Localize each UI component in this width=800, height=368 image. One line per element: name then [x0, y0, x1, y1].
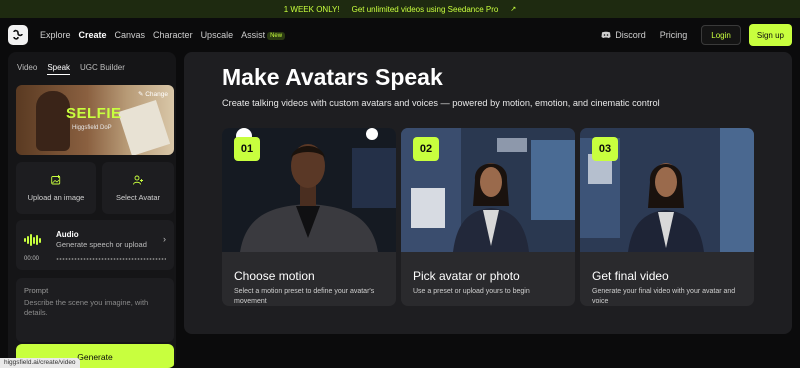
upload-image-button[interactable]: Upload an image	[16, 162, 96, 214]
status-url: higgsfield.ai/create/video	[0, 358, 80, 368]
logo-icon[interactable]	[8, 25, 28, 45]
speak-hero-panel: Make Avatars Speak Create talking videos…	[184, 52, 792, 334]
nav-canvas[interactable]: Canvas	[115, 30, 146, 40]
promo-text[interactable]: Get unlimited videos using Seedance Pro	[352, 5, 499, 14]
step-number-badge: 01	[234, 137, 260, 161]
preset-subtitle: Higgsfield DoP	[72, 125, 112, 131]
upload-image-label: Upload an image	[27, 192, 85, 202]
step-number-badge: 02	[413, 137, 439, 161]
nav-assist-label: Assist	[241, 30, 266, 40]
step-title: Choose motion	[234, 269, 315, 283]
external-arrow-icon: ↗	[510, 6, 517, 13]
page-subtitle: Create talking videos with custom avatar…	[222, 98, 660, 108]
nav-assist[interactable]: Assist New	[241, 30, 286, 40]
step-number-badge: 03	[592, 137, 618, 161]
select-avatar-button[interactable]: Select Avatar	[102, 162, 174, 214]
login-button[interactable]: Login	[701, 25, 741, 45]
step-title: Get final video	[592, 269, 669, 283]
step-card-choose-motion[interactable]: 01 Choose motion Select a motion preset …	[222, 128, 396, 306]
image-add-icon	[51, 174, 61, 188]
tab-video[interactable]: Video	[17, 63, 37, 75]
chevron-right-icon: ›	[163, 234, 166, 244]
audio-progress-track	[56, 258, 166, 260]
change-label: Change	[145, 91, 168, 98]
discord-link[interactable]: Discord	[601, 30, 646, 40]
step-description: Select a motion preset to define your av…	[234, 288, 375, 305]
preset-thumbnail-person	[36, 91, 70, 151]
audio-time: 00:00	[24, 256, 40, 262]
page-title: Make Avatars Speak	[222, 64, 443, 90]
tab-ugc-builder[interactable]: UGC Builder	[80, 63, 125, 75]
signup-button[interactable]: Sign up	[748, 24, 792, 46]
discord-icon	[601, 31, 611, 38]
promo-badge: 1 WEEK ONLY!	[283, 4, 340, 14]
new-badge: New	[267, 31, 286, 40]
step-title: Pick avatar or photo	[413, 269, 520, 283]
mode-tabs: Video Speak UGC Builder	[17, 63, 125, 75]
motion-preset-card[interactable]: SELFIE Higgsfield DoP ✎ Change	[16, 85, 174, 155]
nav-explore[interactable]: Explore	[40, 30, 71, 40]
top-navigation: Explore Create Canvas Character Upscale …	[0, 18, 800, 52]
step-description: Use a preset or upload yours to begin	[413, 288, 530, 295]
step-card-final-video[interactable]: 03 Get final video Generate your final v…	[580, 128, 754, 306]
promo-banner[interactable]: 1 WEEK ONLY! Get unlimited videos using …	[0, 0, 800, 18]
audio-waveform-icon	[24, 234, 41, 246]
step-description: Generate your final video with your avat…	[592, 288, 736, 305]
prompt-label: Prompt	[24, 286, 49, 295]
audio-subtitle: Generate speech or upload	[56, 240, 147, 249]
nav-character[interactable]: Character	[153, 30, 193, 40]
audio-title: Audio	[56, 230, 79, 239]
user-add-icon	[133, 175, 143, 188]
preset-thumbnail-paper	[117, 99, 171, 155]
nav-upscale[interactable]: Upscale	[201, 30, 234, 40]
create-sidebar: Video Speak UGC Builder SELFIE Higgsfiel…	[8, 52, 176, 368]
select-avatar-label: Select Avatar	[115, 192, 161, 202]
change-preset-button[interactable]: ✎ Change	[138, 90, 168, 98]
preset-title: SELFIE	[66, 105, 122, 122]
pricing-link[interactable]: Pricing	[660, 30, 688, 40]
step-card-pick-avatar[interactable]: 02 Pick avatar or photo Use a preset or …	[401, 128, 575, 306]
nav-create[interactable]: Create	[79, 30, 107, 40]
nav-right: Discord Pricing Login Sign up	[601, 24, 792, 46]
prompt-placeholder: Describe the scene you imagine, with det…	[24, 298, 149, 317]
tab-speak[interactable]: Speak	[47, 63, 71, 75]
prompt-input[interactable]: Prompt Describe the scene you imagine, w…	[16, 278, 174, 342]
discord-label: Discord	[615, 30, 646, 40]
audio-input[interactable]: Audio Generate speech or upload › 00:00	[16, 220, 174, 270]
